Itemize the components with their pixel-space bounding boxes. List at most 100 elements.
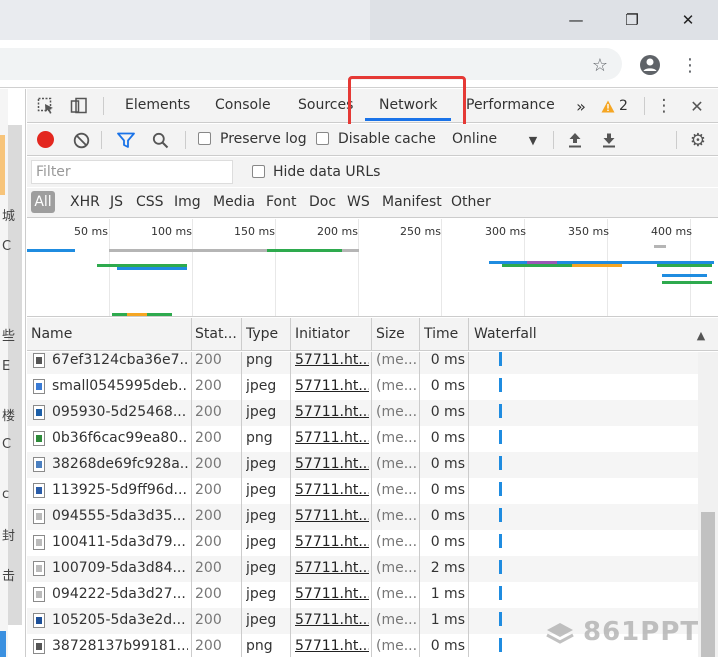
cell-time: 0 ms bbox=[430, 404, 465, 420]
sort-ascending-icon[interactable]: ▲ bbox=[691, 325, 711, 345]
page-highlight bbox=[0, 135, 5, 195]
image-file-icon bbox=[33, 483, 45, 498]
warnings-badge[interactable]: 2 bbox=[601, 96, 635, 116]
cell-name: 67ef3124cba36e7... bbox=[52, 352, 188, 368]
tab-console[interactable]: Console bbox=[215, 97, 271, 117]
image-file-icon bbox=[33, 639, 45, 654]
table-scrollbar-thumb[interactable] bbox=[701, 512, 715, 657]
table-scrollbar[interactable] bbox=[698, 352, 718, 657]
type-filter-ws[interactable]: WS bbox=[347, 194, 370, 210]
browser-menu-icon[interactable]: ⋮ bbox=[677, 52, 703, 78]
cell-initiator[interactable]: 57711.ht... bbox=[295, 534, 369, 550]
waterfall-bar bbox=[499, 378, 502, 392]
cell-initiator[interactable]: 57711.ht... bbox=[295, 378, 369, 394]
inspect-element-icon[interactable] bbox=[36, 96, 56, 116]
image-file-icon bbox=[33, 535, 45, 550]
type-filter-other[interactable]: Other bbox=[451, 194, 491, 210]
search-icon[interactable] bbox=[150, 130, 170, 150]
table-row[interactable]: small0545995deb... 200 jpeg 57711.ht... (me.… bbox=[27, 374, 698, 400]
cell-time: 0 ms bbox=[430, 482, 465, 498]
hide-data-urls-checkbox[interactable] bbox=[252, 165, 265, 178]
cell-initiator[interactable]: 57711.ht... bbox=[295, 508, 369, 524]
profile-icon[interactable] bbox=[637, 52, 663, 78]
devtools-menu-icon[interactable]: ⋮ bbox=[654, 96, 674, 116]
bookmark-star-icon[interactable]: ☆ bbox=[587, 52, 613, 78]
type-filter-manifest[interactable]: Manifest bbox=[382, 194, 442, 210]
throttling-dropdown-icon[interactable]: ▼ bbox=[523, 130, 543, 150]
type-filter-img[interactable]: Img bbox=[174, 194, 201, 210]
page-scrollbar[interactable] bbox=[8, 125, 22, 625]
tab-sources[interactable]: Sources bbox=[298, 97, 353, 117]
table-row[interactable]: 095930-5d25468... 200 jpeg 57711.ht... (me..… bbox=[27, 400, 698, 426]
disable-cache-checkbox[interactable] bbox=[316, 132, 329, 145]
column-header-status[interactable]: Stat... bbox=[195, 326, 237, 342]
cell-time: 1 ms bbox=[430, 586, 465, 602]
cell-type: jpeg bbox=[246, 534, 277, 550]
record-icon[interactable] bbox=[37, 131, 54, 148]
table-row[interactable]: 100411-5da3d79... 200 jpeg 57711.ht... (me..… bbox=[27, 530, 698, 556]
export-har-icon[interactable] bbox=[599, 130, 619, 150]
clear-icon[interactable] bbox=[71, 130, 91, 150]
cell-initiator[interactable]: 57711.ht... bbox=[295, 612, 369, 628]
table-row[interactable]: 0b36f6cac99ea80... 200 png 57711.ht... (me..… bbox=[27, 426, 698, 452]
table-row[interactable]: 67ef3124cba36e7... 200 png 57711.ht... (me..… bbox=[27, 352, 698, 374]
devtools-panel: Elements Console Sources Network Perform… bbox=[27, 76, 718, 657]
tab-elements[interactable]: Elements bbox=[125, 97, 190, 117]
cell-initiator[interactable]: 57711.ht... bbox=[295, 352, 369, 368]
cell-initiator[interactable]: 57711.ht... bbox=[295, 430, 369, 446]
table-row[interactable]: 094555-5da3d35... 200 jpeg 57711.ht... (me..… bbox=[27, 504, 698, 530]
column-header-waterfall[interactable]: Waterfall bbox=[474, 326, 594, 342]
table-row[interactable]: 100709-5da3d84... 200 jpeg 57711.ht... (me..… bbox=[27, 556, 698, 582]
restore-icon[interactable]: ❐ bbox=[612, 6, 652, 34]
column-header-type[interactable]: Type bbox=[246, 326, 286, 342]
import-har-icon[interactable] bbox=[565, 130, 585, 150]
tab-performance[interactable]: Performance bbox=[466, 97, 555, 117]
filter-funnel-icon[interactable] bbox=[116, 130, 136, 150]
filter-input[interactable]: Filter bbox=[31, 160, 233, 184]
type-filter-js[interactable]: JS bbox=[110, 194, 123, 210]
type-filter-doc[interactable]: Doc bbox=[309, 194, 336, 210]
table-row[interactable]: 094222-5da3d27... 200 jpeg 57711.ht... (me..… bbox=[27, 582, 698, 608]
throttling-select[interactable]: Online bbox=[452, 131, 497, 147]
table-row[interactable]: 113925-5d9ff96d... 200 jpeg 57711.ht... (me.… bbox=[27, 478, 698, 504]
overview-bar bbox=[502, 264, 572, 267]
column-header-time[interactable]: Time bbox=[424, 326, 464, 342]
cell-time: 0 ms bbox=[430, 456, 465, 472]
watermark-text: 861PPT bbox=[583, 617, 700, 647]
cell-initiator[interactable]: 57711.ht... bbox=[295, 586, 369, 602]
overview-bar bbox=[572, 264, 622, 267]
cell-initiator[interactable]: 57711.ht... bbox=[295, 638, 369, 654]
omnibox[interactable] bbox=[0, 48, 622, 80]
type-filter-xhr[interactable]: XHR bbox=[70, 194, 100, 210]
column-header-initiator[interactable]: Initiator bbox=[295, 326, 370, 342]
column-header-size[interactable]: Size bbox=[376, 326, 416, 342]
active-tab-area bbox=[0, 0, 370, 40]
page-text-char: 城 bbox=[2, 209, 16, 224]
type-filter-font[interactable]: Font bbox=[266, 194, 296, 210]
more-tabs-chevron-icon[interactable]: » bbox=[571, 96, 591, 116]
close-icon[interactable]: ✕ bbox=[668, 6, 708, 34]
page-text-char: 些 bbox=[2, 329, 16, 344]
device-toolbar-icon[interactable] bbox=[69, 96, 89, 116]
cell-initiator[interactable]: 57711.ht... bbox=[295, 482, 369, 498]
timeline-overview[interactable]: 50 ms 100 ms 150 ms 200 ms 250 ms 300 ms… bbox=[27, 219, 718, 317]
overview-bar bbox=[267, 249, 342, 252]
cell-status: 200 bbox=[195, 456, 222, 472]
cell-initiator[interactable]: 57711.ht... bbox=[295, 404, 369, 420]
settings-gear-icon[interactable]: ⚙ bbox=[688, 130, 708, 151]
preserve-log-checkbox[interactable] bbox=[198, 132, 211, 145]
cell-time: 0 ms bbox=[430, 638, 465, 654]
disable-cache-label: Disable cache bbox=[338, 131, 436, 147]
type-filter-media[interactable]: Media bbox=[213, 194, 255, 210]
minimize-icon[interactable]: — bbox=[556, 6, 596, 34]
cell-type: png bbox=[246, 352, 273, 368]
table-row[interactable]: 38268de69fc928a... 200 jpeg 57711.ht... (me.… bbox=[27, 452, 698, 478]
type-filter-all[interactable]: All bbox=[31, 191, 55, 213]
type-filter-css[interactable]: CSS bbox=[136, 194, 164, 210]
cell-size: (me... bbox=[376, 378, 418, 394]
cell-initiator[interactable]: 57711.ht... bbox=[295, 560, 369, 576]
column-header-name[interactable]: Name bbox=[31, 326, 187, 342]
cell-initiator[interactable]: 57711.ht... bbox=[295, 456, 369, 472]
cell-time: 1 ms bbox=[430, 612, 465, 628]
devtools-close-icon[interactable]: ✕ bbox=[687, 96, 707, 116]
